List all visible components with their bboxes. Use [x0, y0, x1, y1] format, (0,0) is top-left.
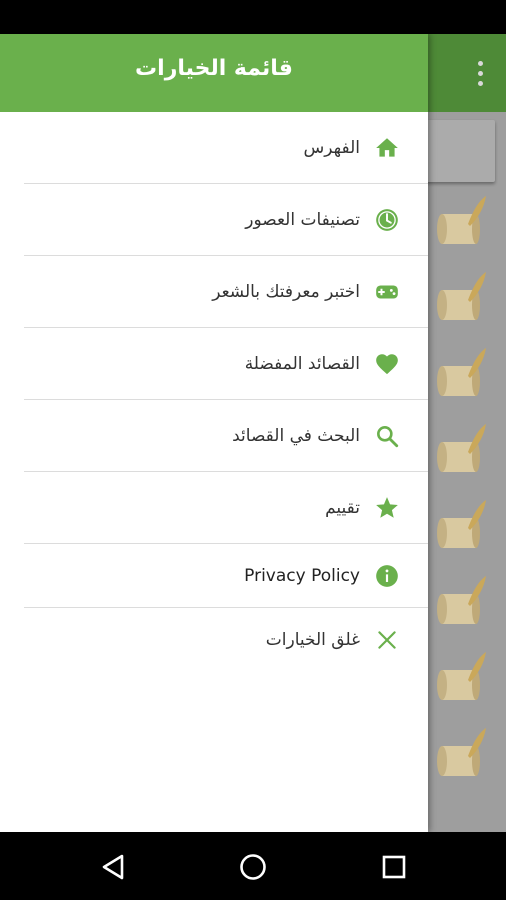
star-icon	[374, 495, 400, 521]
scroll-quill-icon[interactable]	[428, 574, 492, 638]
menu-item-label: اختبر معرفتك بالشعر	[212, 281, 360, 302]
menu-item-rate[interactable]: تقييم	[24, 472, 428, 544]
heart-icon	[374, 351, 400, 377]
menu-item-label: غلق الخيارات	[265, 630, 360, 650]
navigation-drawer: قائمة الخيارات الفهرس تصنيفات العصور اخت…	[0, 34, 428, 832]
navigation-bar	[0, 832, 506, 900]
more-vert-icon[interactable]	[468, 56, 492, 90]
drawer-title: قائمة الخيارات	[135, 56, 293, 81]
scroll-quill-icon[interactable]	[428, 270, 492, 334]
scroll-quill-icon[interactable]	[428, 346, 492, 410]
menu-item-search[interactable]: البحث في القصائد	[24, 400, 428, 472]
home-circle-icon[interactable]	[236, 850, 270, 884]
drawer-header: قائمة الخيارات	[0, 34, 428, 112]
clock-icon	[374, 207, 400, 233]
menu-item-label: الفهرس	[303, 137, 360, 158]
search-icon	[374, 423, 400, 449]
scroll-quill-icon[interactable]	[428, 422, 492, 486]
close-icon	[374, 627, 400, 653]
status-bar	[0, 0, 506, 34]
info-icon	[374, 563, 400, 589]
menu-item-eras[interactable]: تصنيفات العصور	[24, 184, 428, 256]
app-screen: قائمة الخيارات الفهرس تصنيفات العصور اخت…	[0, 34, 506, 832]
background-card	[420, 120, 495, 182]
menu-item-privacy-policy[interactable]: Privacy Policy	[24, 544, 428, 608]
menu-item-index[interactable]: الفهرس	[24, 112, 428, 184]
gamepad-icon	[374, 279, 400, 305]
back-icon[interactable]	[96, 850, 130, 884]
scroll-quill-icon[interactable]	[428, 194, 492, 258]
scroll-quill-icon[interactable]	[428, 726, 492, 790]
recents-icon[interactable]	[377, 850, 411, 884]
menu-item-label: القصائد المفضلة	[244, 353, 360, 374]
home-icon	[374, 135, 400, 161]
scroll-quill-icon[interactable]	[428, 498, 492, 562]
menu-item-label: Privacy Policy	[244, 565, 360, 586]
drawer-menu: الفهرس تصنيفات العصور اختبر معرفتك بالشع…	[0, 112, 428, 672]
menu-item-label: تصنيفات العصور	[245, 209, 360, 230]
menu-item-label: تقييم	[325, 497, 360, 518]
menu-item-label: البحث في القصائد	[232, 425, 360, 446]
menu-item-close[interactable]: غلق الخيارات	[24, 608, 428, 672]
menu-item-quiz[interactable]: اختبر معرفتك بالشعر	[24, 256, 428, 328]
scroll-quill-icon[interactable]	[428, 650, 492, 714]
menu-item-favorites[interactable]: القصائد المفضلة	[24, 328, 428, 400]
